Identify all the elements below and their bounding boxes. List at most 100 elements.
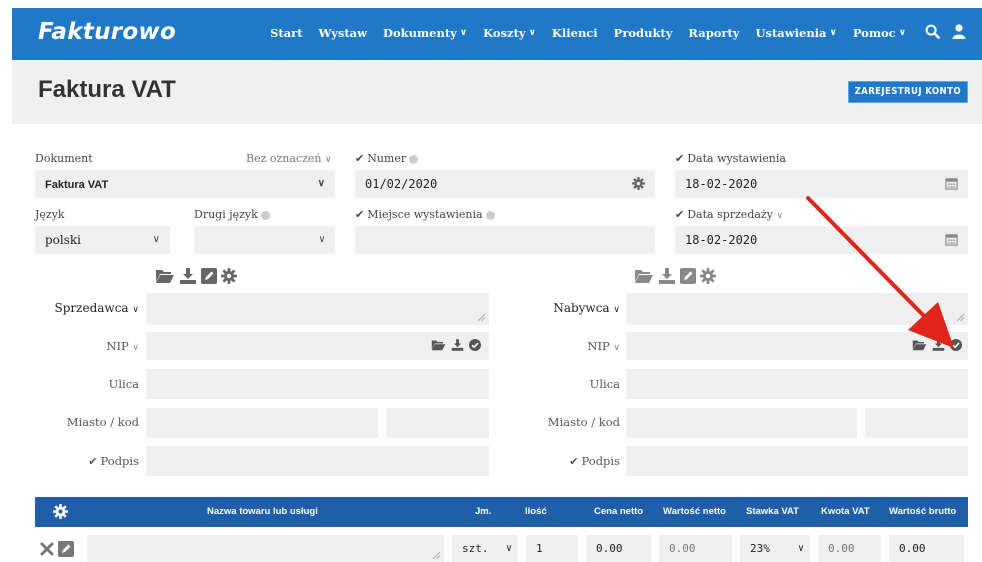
sale-date-input[interactable]: 18-02-2020 <box>675 226 968 254</box>
seller-signature-label: ✔ Podpis <box>88 454 139 468</box>
qty-input[interactable]: 1 <box>526 535 578 562</box>
edit-icon[interactable] <box>680 268 696 284</box>
buyer-postcode-input[interactable] <box>865 408 968 438</box>
seller-nip-input[interactable] <box>146 332 489 360</box>
search-icon[interactable] <box>925 24 940 39</box>
seller-name-textarea[interactable] <box>146 293 489 325</box>
check-icon: ✔ <box>675 208 685 221</box>
buyer-signature-input[interactable] <box>626 446 968 476</box>
calendar-icon[interactable] <box>945 233 958 246</box>
language-select[interactable]: polski ∨ <box>35 226 170 254</box>
seller-nip-label[interactable]: NIP ∨ <box>106 339 139 353</box>
unit-select[interactable]: szt. ∨ <box>452 535 518 562</box>
seller-label[interactable]: Sprzedawca ∨ <box>55 301 139 315</box>
col-header-vat-rate: Stawka VAT <box>746 506 799 517</box>
issue-date-input[interactable]: 18-02-2020 <box>675 170 968 198</box>
check-circle-icon[interactable] <box>469 339 481 351</box>
folder-open-icon[interactable] <box>634 268 654 284</box>
edit-icon[interactable] <box>201 268 217 284</box>
buyer-nip-label[interactable]: NIP ∨ <box>587 339 620 353</box>
buyer-name-textarea[interactable] <box>626 293 968 325</box>
gear-icon[interactable] <box>700 268 716 284</box>
document-type-value: Faktura VAT <box>45 179 109 191</box>
marking-dropdown[interactable]: Bez oznaczeń ∨ <box>246 152 332 165</box>
edit-icon[interactable] <box>58 541 74 557</box>
help-icon[interactable] <box>485 210 495 220</box>
gear-icon[interactable] <box>632 177 645 190</box>
menu-item-start[interactable]: Start <box>270 26 302 40</box>
help-icon[interactable] <box>260 210 270 220</box>
col-header-net-price: Cena netto <box>594 506 644 517</box>
gross-value-input[interactable]: 0.00 <box>889 535 964 562</box>
top-navbar: Fakturowo Start Wystaw Dokumenty ∨ Koszty… <box>12 8 982 60</box>
buyer-label-text: Nabywca <box>553 301 610 315</box>
place-input[interactable] <box>355 226 655 254</box>
seller-postcode-input[interactable] <box>386 408 489 438</box>
vat-amount-value: 0.00 <box>828 542 855 555</box>
net-price-input[interactable]: 0.00 <box>586 535 651 562</box>
help-icon[interactable] <box>409 154 419 164</box>
menu-item-label: Produkty <box>613 26 673 40</box>
seller-city-input[interactable] <box>146 408 378 438</box>
chevron-down-icon: ∨ <box>325 155 332 165</box>
folder-open-icon[interactable] <box>912 339 927 351</box>
menu-item-raporty[interactable]: Raporty <box>688 26 739 40</box>
gear-icon[interactable] <box>53 504 68 519</box>
seller-street-input[interactable] <box>146 369 489 399</box>
document-type-select[interactable]: Faktura VAT ∨ <box>35 170 335 198</box>
download-icon[interactable] <box>658 268 676 284</box>
nav-icons <box>925 24 966 39</box>
document-label: Dokument <box>35 152 93 165</box>
check-circle-icon[interactable] <box>950 339 962 351</box>
buyer-toolbar <box>634 268 716 284</box>
menu-item-wystaw[interactable]: Wystaw <box>319 26 367 40</box>
chevron-down-icon: ∨ <box>829 28 837 38</box>
qty-value: 1 <box>536 542 543 555</box>
buyer-nip-input[interactable] <box>626 332 968 360</box>
folder-open-icon[interactable] <box>431 339 446 351</box>
gear-icon[interactable] <box>221 268 237 284</box>
page-title: Faktura VAT <box>38 76 176 103</box>
buyer-signature-label: ✔ Podpis <box>569 454 620 468</box>
seller-toolbar <box>155 268 237 284</box>
resize-handle-icon[interactable] <box>477 313 486 322</box>
check-icon: ✔ <box>355 208 365 221</box>
check-icon[interactable]: ✔ <box>88 455 97 468</box>
user-icon[interactable] <box>952 24 966 39</box>
check-icon: ✔ <box>675 152 685 165</box>
menu-item-ustawienia[interactable]: Ustawienia ∨ <box>755 26 836 40</box>
number-input[interactable]: 01/02/2020 <box>355 170 655 198</box>
chevron-down-icon: ∨ <box>152 234 160 245</box>
check-icon[interactable]: ✔ <box>569 455 578 468</box>
sale-date-label[interactable]: ✔ Data sprzedaży ∨ <box>675 208 783 221</box>
download-icon[interactable] <box>932 339 945 351</box>
buyer-city-input[interactable] <box>626 408 857 438</box>
gross-value-value: 0.00 <box>899 542 926 555</box>
chevron-down-icon: ∨ <box>776 211 784 221</box>
col-header-name: Nazwa towaru lub usługi <box>207 506 318 517</box>
menu-item-label: Start <box>270 26 303 40</box>
download-icon[interactable] <box>179 268 197 284</box>
number-label: ✔ Numer <box>355 152 419 165</box>
item-name-input[interactable] <box>87 535 444 562</box>
register-account-button[interactable]: ZAREJESTRUJ KONTO <box>847 81 968 103</box>
download-icon[interactable] <box>451 339 464 351</box>
delete-icon[interactable] <box>40 542 54 556</box>
resize-handle-icon[interactable] <box>432 551 441 560</box>
menu-item-produkty[interactable]: Produkty <box>614 26 673 40</box>
menu-item-klienci[interactable]: Klienci <box>552 26 598 40</box>
number-label-text: Numer <box>367 152 407 165</box>
buyer-label[interactable]: Nabywca ∨ <box>553 301 620 315</box>
second-language-select[interactable]: ∨ <box>194 226 335 254</box>
buyer-street-input[interactable] <box>626 369 968 399</box>
menu-item-dokumenty[interactable]: Dokumenty ∨ <box>383 26 467 40</box>
resize-handle-icon[interactable] <box>956 313 965 322</box>
menu-item-pomoc[interactable]: Pomoc ∨ <box>853 26 906 40</box>
menu-item-koszty[interactable]: Koszty ∨ <box>483 26 536 40</box>
folder-open-icon[interactable] <box>155 268 175 284</box>
seller-signature-input[interactable] <box>146 446 489 476</box>
vat-rate-select[interactable]: 23% ∨ <box>740 535 810 562</box>
net-price-value: 0.00 <box>596 542 623 555</box>
logo[interactable]: Fakturowo <box>38 19 176 45</box>
calendar-icon[interactable] <box>945 177 958 190</box>
